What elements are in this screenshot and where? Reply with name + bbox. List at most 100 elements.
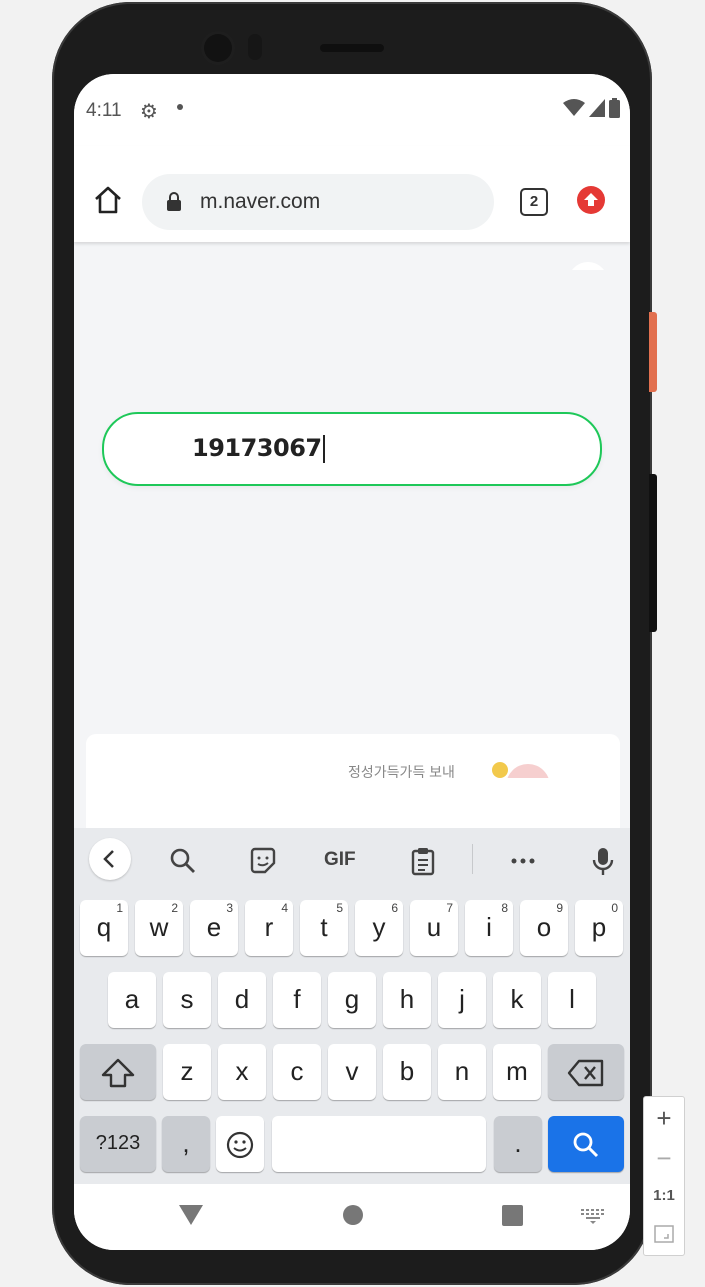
keyboard-search-key[interactable] — [548, 1116, 624, 1172]
card-image-thumb — [506, 764, 550, 778]
comma-key[interactable]: , — [162, 1116, 210, 1172]
key-number-hint: 6 — [391, 901, 398, 915]
more-options-icon[interactable] — [508, 846, 538, 876]
battery-icon — [609, 98, 620, 118]
camera-sensor — [248, 34, 262, 60]
zoom-reset-button[interactable]: 1:1 — [644, 1187, 684, 1204]
key-label: e — [206, 912, 222, 942]
recents-nav-icon[interactable] — [502, 1205, 523, 1226]
search-input[interactable]: 19173067 — [102, 412, 602, 486]
key-u[interactable]: u7 — [410, 900, 458, 956]
cell-signal-icon — [589, 99, 605, 117]
browser-toolbar: m.naver.com 2 — [74, 146, 630, 242]
key-x[interactable]: x — [218, 1044, 266, 1100]
settings-gear-icon: ⚙ — [140, 101, 158, 123]
key-label: i — [486, 912, 492, 942]
key-number-hint: 7 — [446, 901, 453, 915]
onscreen-keyboard: GIF q1w2e3r4t5y6u7i8o9p0 asdfghjkl zxcvb… — [74, 828, 630, 1184]
key-g[interactable]: g — [328, 972, 376, 1028]
wifi-icon — [563, 99, 585, 116]
shift-key[interactable] — [80, 1044, 156, 1100]
key-label: q — [96, 912, 112, 942]
key-number-hint: 5 — [336, 901, 343, 915]
card-text: 정성가득가득 보내 — [348, 764, 455, 778]
key-q[interactable]: q1 — [80, 900, 128, 956]
flower-icon — [492, 762, 508, 778]
key-k[interactable]: k — [493, 972, 541, 1028]
home-icon[interactable] — [92, 184, 124, 216]
key-i[interactable]: i8 — [465, 900, 513, 956]
key-p[interactable]: p0 — [575, 900, 623, 956]
key-l[interactable]: l — [548, 972, 596, 1028]
key-label: w — [149, 912, 169, 942]
sticker-icon[interactable] — [248, 846, 278, 876]
key-label: p — [591, 912, 607, 942]
key-s[interactable]: s — [163, 972, 211, 1028]
notification-dot-icon — [177, 104, 183, 110]
key-d[interactable]: d — [218, 972, 266, 1028]
symbols-key[interactable]: ?123 — [80, 1116, 156, 1172]
tab-switcher-button[interactable]: 2 — [520, 188, 548, 216]
zoom-in-button[interactable]: + — [644, 1103, 684, 1134]
key-n[interactable]: n — [438, 1044, 486, 1100]
zoom-out-button[interactable]: − — [644, 1143, 684, 1174]
key-v[interactable]: v — [328, 1044, 376, 1100]
address-bar[interactable]: m.naver.com — [142, 174, 494, 230]
emoji-key[interactable] — [216, 1116, 264, 1172]
back-nav-icon[interactable] — [178, 1204, 204, 1226]
clipboard-icon[interactable] — [408, 846, 438, 876]
key-number-hint: 1 — [116, 901, 123, 915]
key-label: t — [320, 912, 328, 942]
search-icon[interactable] — [168, 846, 198, 876]
keyboard-switch-icon[interactable] — [580, 1208, 606, 1224]
key-number-hint: 2 — [171, 901, 178, 915]
key-label: o — [536, 912, 552, 942]
status-time: 4:11 — [86, 100, 122, 121]
key-t[interactable]: t5 — [300, 900, 348, 956]
keyboard-back-button[interactable] — [89, 838, 131, 880]
menu-button-partial[interactable] — [568, 262, 608, 270]
key-m[interactable]: m — [493, 1044, 541, 1100]
gif-button[interactable]: GIF — [324, 849, 356, 871]
zoom-controls: + − 1:1 — [643, 1096, 685, 1256]
key-number-hint: 0 — [611, 901, 618, 915]
status-bar: 4:11 ⚙ — [74, 74, 630, 146]
key-number-hint: 8 — [501, 901, 508, 915]
key-w[interactable]: w2 — [135, 900, 183, 956]
fit-screen-icon[interactable] — [644, 1225, 684, 1248]
status-icons — [563, 98, 620, 118]
key-r[interactable]: r4 — [245, 900, 293, 956]
key-c[interactable]: c — [273, 1044, 321, 1100]
space-key[interactable] — [272, 1116, 486, 1172]
key-label: u — [426, 912, 442, 942]
volume-button[interactable] — [649, 474, 657, 632]
key-label: y — [372, 912, 386, 942]
backspace-key[interactable] — [548, 1044, 624, 1100]
key-e[interactable]: e3 — [190, 900, 238, 956]
key-o[interactable]: o9 — [520, 900, 568, 956]
system-navigation-bar — [74, 1184, 630, 1250]
url-text: m.naver.com — [200, 190, 321, 213]
key-a[interactable]: a — [108, 972, 156, 1028]
key-y[interactable]: y6 — [355, 900, 403, 956]
front-camera — [204, 34, 232, 62]
period-key[interactable]: . — [494, 1116, 542, 1172]
key-h[interactable]: h — [383, 972, 431, 1028]
text-caret — [322, 435, 325, 463]
key-j[interactable]: j — [438, 972, 486, 1028]
search-query-text: 19173067 — [192, 434, 322, 462]
device-screen: 4:11 ⚙ m.naver.com 2 19173067 정성가득가득 보내 … — [74, 74, 630, 1250]
key-b[interactable]: b — [383, 1044, 431, 1100]
microphone-icon[interactable] — [588, 846, 618, 876]
key-number-hint: 3 — [226, 901, 233, 915]
power-button[interactable] — [649, 312, 657, 392]
keyboard-toolbar: GIF — [74, 828, 630, 892]
key-z[interactable]: z — [163, 1044, 211, 1100]
update-icon[interactable] — [577, 186, 605, 214]
lock-icon — [167, 192, 181, 211]
key-label: r — [264, 912, 274, 942]
key-f[interactable]: f — [273, 972, 321, 1028]
key-number-hint: 9 — [556, 901, 563, 915]
home-nav-icon[interactable] — [342, 1204, 364, 1226]
toolbar-divider — [472, 844, 473, 874]
